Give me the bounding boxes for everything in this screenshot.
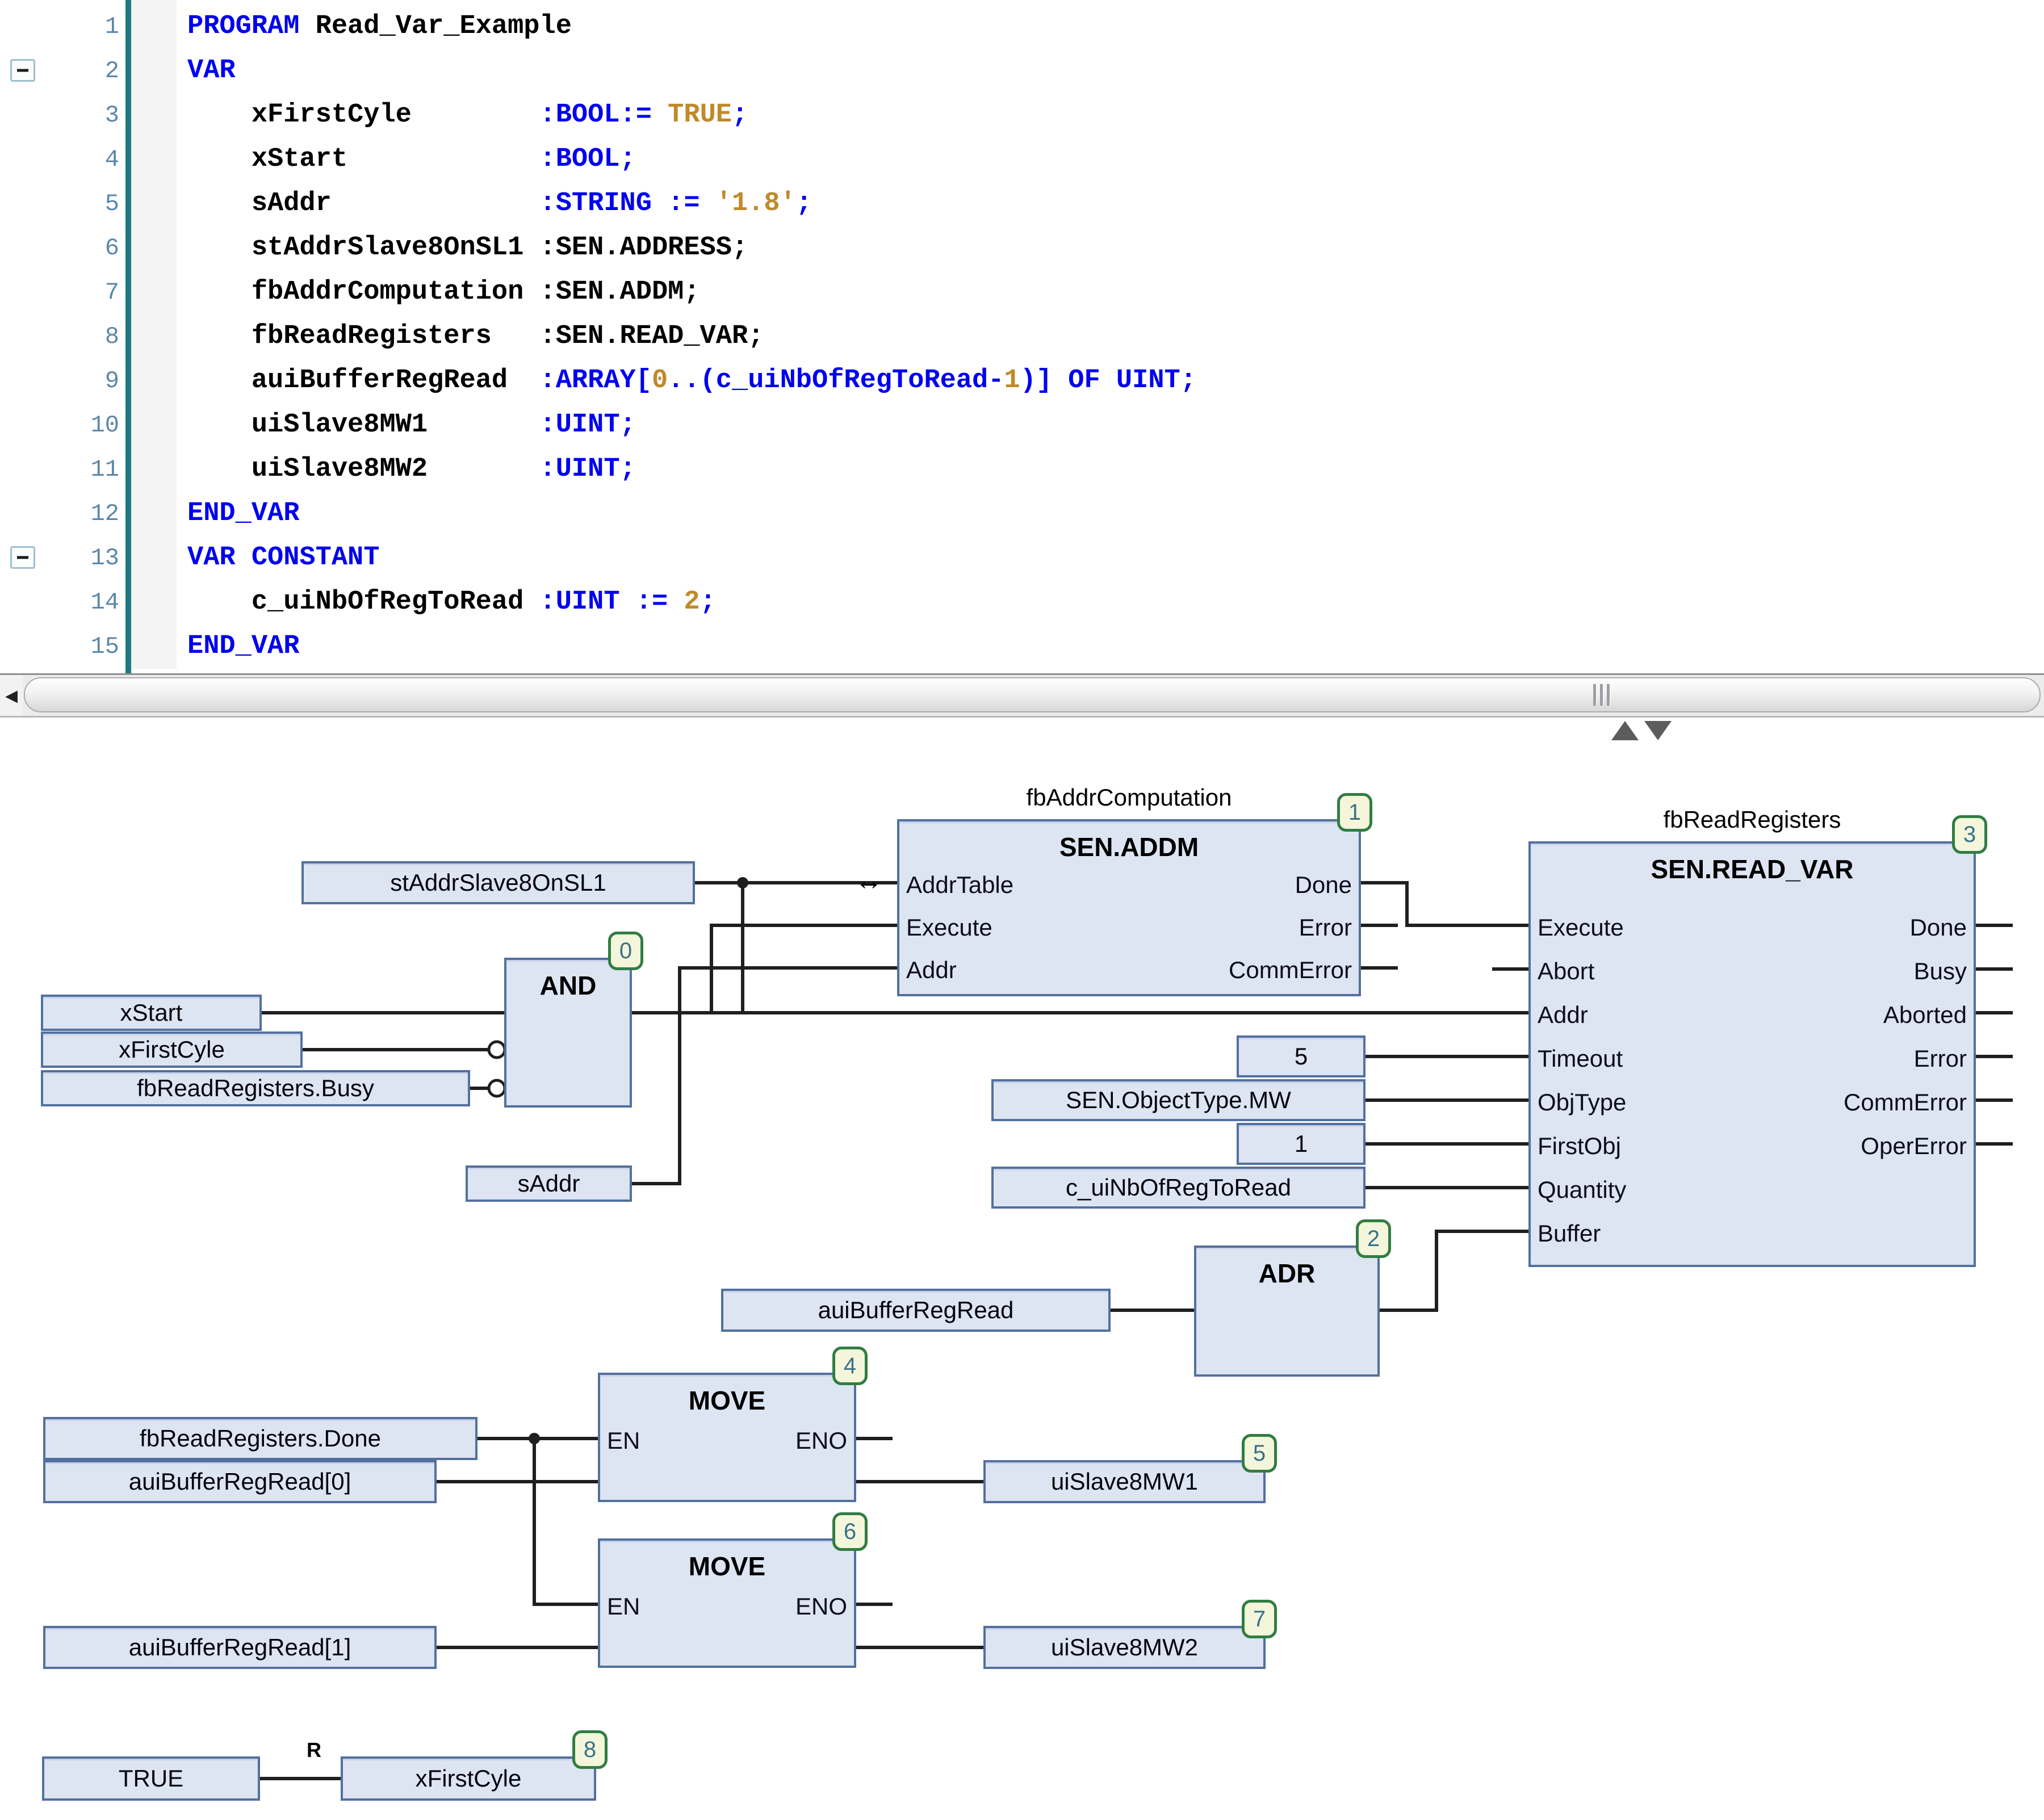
execution-order-badge: 7 xyxy=(1242,1600,1277,1638)
fb-block-and[interactable]: AND xyxy=(504,958,632,1108)
execution-order-badge: 3 xyxy=(1952,815,1987,854)
wire[interactable] xyxy=(534,1439,598,1604)
variable-box-saddr[interactable]: sAddr xyxy=(466,1165,632,1202)
input-pin-label: EN xyxy=(607,1426,640,1456)
variable-box-xstart[interactable]: xStart xyxy=(41,995,262,1031)
plc-ide-screen: { "editor": { "lines": [ {"n":1,"fold":f… xyxy=(0,0,2044,1820)
execution-order-badge: 6 xyxy=(832,1512,868,1551)
input-pin-label: Addr xyxy=(906,955,957,985)
input-pin-label: EN xyxy=(607,1592,640,1621)
inout-arrow-icon: ↔ xyxy=(855,865,882,896)
output-pin-label: ENO xyxy=(795,1592,847,1621)
variable-box-objtype-val[interactable]: SEN.ObjectType.MW xyxy=(991,1079,1366,1121)
execution-order-badge: 5 xyxy=(1242,1434,1277,1473)
input-pin-label: Buffer xyxy=(1538,1219,1601,1248)
execution-order-badge: 1 xyxy=(1337,793,1372,832)
wire[interactable] xyxy=(1380,1231,1528,1310)
variable-box-quantity-val[interactable]: c_uiNbOfRegToRead xyxy=(991,1167,1366,1209)
output-pin-label: Busy xyxy=(1914,957,1967,986)
variable-box-staddr[interactable]: stAddrSlave8OnSL1 xyxy=(301,861,695,904)
execution-order-badge: 2 xyxy=(1356,1219,1391,1258)
input-pin-label: Execute xyxy=(1538,913,1624,942)
block-title: MOVE xyxy=(600,1551,854,1582)
variable-box-uislave2[interactable]: uiSlave8MW2 xyxy=(983,1626,1266,1669)
variable-box-xfirstcyle-out[interactable]: xFirstCyle xyxy=(341,1756,596,1801)
execution-order-badge: 8 xyxy=(572,1730,608,1769)
variable-box-aui1[interactable]: auiBufferRegRead[1] xyxy=(43,1626,437,1669)
reset-modifier-label: R xyxy=(307,1738,321,1762)
block-title: SEN.ADDM xyxy=(899,832,1359,862)
block-title: MOVE xyxy=(600,1385,854,1416)
fb-block-adr[interactable]: ADR xyxy=(1194,1246,1380,1377)
input-pin-label: FirstObj xyxy=(1538,1131,1621,1161)
block-title: SEN.READ_VAR xyxy=(1531,854,1974,884)
execution-order-badge: 4 xyxy=(832,1347,868,1385)
fb-block-move2[interactable]: MOVE EN ENO xyxy=(598,1538,856,1668)
output-pin-label: Error xyxy=(1299,913,1352,942)
fb-block-readvar[interactable]: SEN.READ_VAR Execute Abort Addr Timeout ObjTy… xyxy=(1528,841,1976,1267)
block-title: AND xyxy=(506,970,630,1001)
output-pin-label: Aborted xyxy=(1883,1000,1967,1030)
input-pin-label: Abort xyxy=(1538,957,1594,986)
output-pin-label: CommError xyxy=(1229,955,1352,985)
instance-name-label: fbAddrComputation xyxy=(897,784,1361,811)
instance-name-label: fbReadRegisters xyxy=(1528,806,1976,833)
negation-circle-icon xyxy=(489,1080,505,1096)
fb-block-move1[interactable]: MOVE EN ENO xyxy=(598,1373,856,1502)
output-pin-label: Error xyxy=(1914,1044,1967,1073)
fbd-network-editor[interactable]: AND0 SEN.ADDM AddrTable Execute Addr Done Erro… xyxy=(0,0,2044,1820)
output-pin-label: ENO xyxy=(795,1426,847,1456)
variable-box-true[interactable]: TRUE xyxy=(42,1756,260,1801)
variable-box-aui[interactable]: auiBufferRegRead xyxy=(721,1289,1111,1332)
output-pin-label: Done xyxy=(1295,870,1352,900)
output-pin-label: OperError xyxy=(1861,1131,1967,1161)
execution-order-badge: 0 xyxy=(608,932,643,970)
fb-block-addm[interactable]: SEN.ADDM AddrTable Execute Addr Done Error Com… xyxy=(897,819,1361,996)
variable-box-xfirstcyle-in[interactable]: xFirstCyle xyxy=(41,1031,303,1068)
block-title: ADR xyxy=(1196,1258,1377,1289)
input-pin-label: Timeout xyxy=(1538,1044,1623,1073)
variable-box-aui0[interactable]: auiBufferRegRead[0] xyxy=(43,1460,437,1503)
input-pin-label: ObjType xyxy=(1538,1088,1626,1117)
output-pin-label: CommError xyxy=(1844,1088,1967,1117)
variable-box-timeout-val[interactable]: 5 xyxy=(1237,1035,1366,1077)
junction-dot xyxy=(529,1433,540,1444)
variable-box-busy[interactable]: fbReadRegisters.Busy xyxy=(41,1070,470,1106)
variable-box-done[interactable]: fbReadRegisters.Done xyxy=(43,1417,478,1460)
output-pin-label: Done xyxy=(1910,913,1967,942)
junction-dot xyxy=(737,877,748,888)
wire[interactable] xyxy=(1361,883,1528,925)
negation-circle-icon xyxy=(489,1042,505,1058)
variable-box-firstobj-val[interactable]: 1 xyxy=(1237,1123,1366,1165)
input-pin-label: Addr xyxy=(1538,1000,1588,1030)
input-pin-label: Quantity xyxy=(1538,1175,1626,1205)
wire[interactable] xyxy=(632,968,897,1184)
input-pin-label: Execute xyxy=(906,913,992,942)
input-pin-label: AddrTable xyxy=(906,870,1013,900)
variable-box-uislave1[interactable]: uiSlave8MW1 xyxy=(983,1460,1266,1503)
